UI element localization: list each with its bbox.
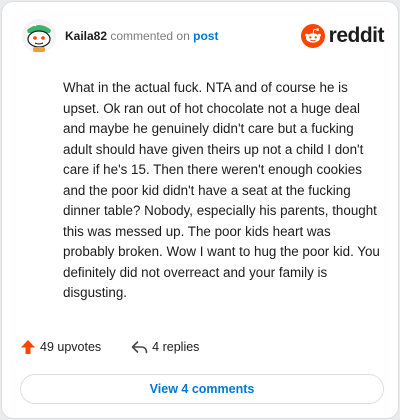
upvote-arrow-icon	[21, 340, 35, 354]
comment-card: Kaila82 commented on post reddit What in…	[1, 1, 399, 419]
comment-header: Kaila82 commented on post reddit	[21, 15, 385, 57]
action-text: commented on	[110, 29, 190, 43]
comment-footer: 49 upvotes 4 replies	[20, 339, 199, 355]
reply-count: 4 replies	[152, 340, 200, 354]
username[interactable]: Kaila82	[65, 29, 107, 43]
reply-button[interactable]: 4 replies	[131, 339, 199, 355]
brand-wordmark: reddit	[328, 24, 385, 47]
reddit-logo[interactable]: reddit	[300, 24, 385, 48]
upvote-count: 49 upvotes	[40, 340, 102, 354]
user-avatar[interactable]	[21, 18, 57, 54]
view-comments-button[interactable]: View 4 comments	[20, 374, 384, 404]
reddit-snoo-icon	[300, 24, 325, 48]
upvote-button[interactable]: 49 upvotes	[20, 339, 101, 355]
comment-meta: Kaila82 commented on post	[65, 29, 218, 43]
post-link[interactable]: post	[193, 29, 218, 43]
reply-arrow-icon	[131, 341, 148, 354]
comment-body: What in the actual fuck. NTA and of cour…	[63, 80, 380, 300]
